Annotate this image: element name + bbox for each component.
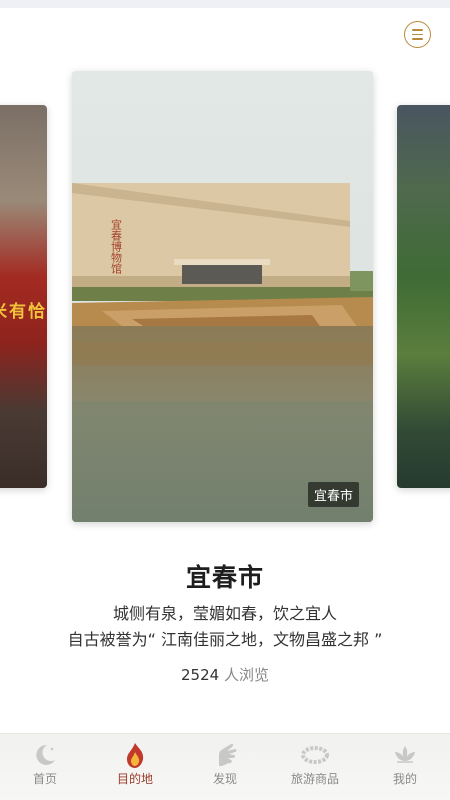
status-bar — [0, 0, 450, 8]
tab-travel-goods-label: 旅游商品 — [290, 772, 339, 786]
tab-home[interactable]: 首页 — [0, 734, 90, 800]
destination-description-line-2: 自古被誉为“ 江南佳丽之地，文物昌盛之邦 ” — [67, 630, 383, 649]
menu-icon — [412, 29, 423, 31]
tab-home-label: 首页 — [32, 772, 57, 786]
hand-icon — [219, 743, 237, 766]
tab-destination[interactable]: 目的地 — [90, 734, 180, 800]
card-sign-text: 米有恰 — [0, 302, 47, 322]
view-count-suffix: 人浏览 — [219, 666, 269, 684]
tab-mine[interactable]: 我的 — [360, 734, 450, 800]
moon-icon — [36, 744, 55, 765]
tab-discover-label: 发现 — [212, 772, 237, 786]
view-count: 2524 人浏览 — [0, 664, 450, 685]
menu-button[interactable] — [404, 21, 431, 48]
destination-description-line-1: 城侧有泉，莹媚如春，饮之宜人 — [112, 604, 337, 623]
museum-photo: 宜春博物馆 — [72, 71, 373, 522]
lotus-icon — [395, 746, 415, 763]
carousel-card-active[interactable]: 宜春博物馆 宜春市 — [72, 71, 373, 522]
destination-title: 宜春市 — [185, 563, 264, 592]
bottom-tab-bar: 首页 目的地 发现 旅游商品 我的 — [0, 733, 450, 800]
tab-travel-goods[interactable]: 旅游商品 — [270, 734, 360, 800]
flame-icon — [127, 743, 144, 768]
tab-discover[interactable]: 发现 — [180, 734, 270, 800]
city-tag: 宜春市 — [307, 482, 359, 507]
building-sign: 宜春博物馆 — [110, 218, 123, 275]
carousel-card-next[interactable] — [397, 105, 450, 488]
tab-destination-label: 目的地 — [116, 772, 153, 786]
carousel-card-previous[interactable]: 米有恰 — [0, 105, 47, 488]
bead-bracelet-icon — [301, 746, 329, 764]
tab-mine-label: 我的 — [392, 772, 417, 786]
view-count-number: 2524 — [181, 666, 220, 684]
